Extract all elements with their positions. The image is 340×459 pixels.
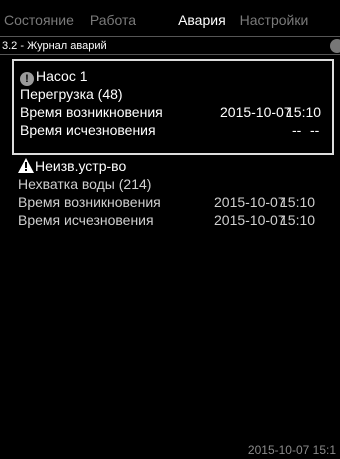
alarm-cleared-row: Время исчезновения -- -- [20,121,332,139]
alarm-source-row: Неизв.устр-во [18,157,340,175]
tab-bar: Состояние Работа Авария Настройки [0,0,340,36]
cleared-date: -- [292,122,302,138]
alarm-message: Нехватка воды (214) [18,176,152,192]
tab-settings[interactable]: Настройки [240,8,309,28]
warning-icon [18,158,34,173]
cleared-time: -- [310,122,320,138]
occurred-date: 2015-10-07 [220,104,292,120]
alarm-occurred-row: Время возникновения 2015-10-07 15:10 [20,103,332,121]
occurred-date: 2015-10-07 [214,194,286,210]
tab-alarm[interactable]: Авария [178,8,226,28]
cleared-label: Время исчезновения [20,122,156,138]
alarm-occurred-row: Время возникновения 2015-10-07 15:10 [18,193,340,211]
tab-operation[interactable]: Работа [90,8,136,28]
tab-status[interactable]: Состояние [4,8,74,28]
alarm-entry[interactable]: Неизв.устр-во Нехватка воды (214) Время … [12,157,340,229]
alarm-source: Неизв.устр-во [35,158,127,174]
occurred-time: 15:10 [286,104,322,120]
alarm-source-row: ! Насос 1 [20,67,332,86]
cleared-time: 15:10 [280,212,316,228]
exclamation-icon: ! [20,72,34,86]
alarm-entry-selected[interactable]: ! Насос 1 Перегрузка (48) Время возникнов… [12,59,334,155]
page-title: 3.2 - Журнал аварий [2,39,107,52]
occurred-time: 15:10 [280,194,316,210]
cleared-date: 2015-10-07 [214,212,286,228]
occurred-label: Время возникновения [18,194,161,210]
cleared-label: Время исчезновения [18,212,154,228]
alarm-cleared-row: Время исчезновения 2015-10-07 15:10 [18,211,340,229]
breadcrumb: 3.2 - Журнал аварий [0,36,340,55]
alarm-source: Насос 1 [36,68,88,84]
occurred-label: Время возникновения [20,104,163,120]
alarm-message: Перегрузка (48) [20,86,123,102]
footer-datetime: 2015-10-07 15:1 [247,443,336,457]
info-icon[interactable] [330,38,340,53]
